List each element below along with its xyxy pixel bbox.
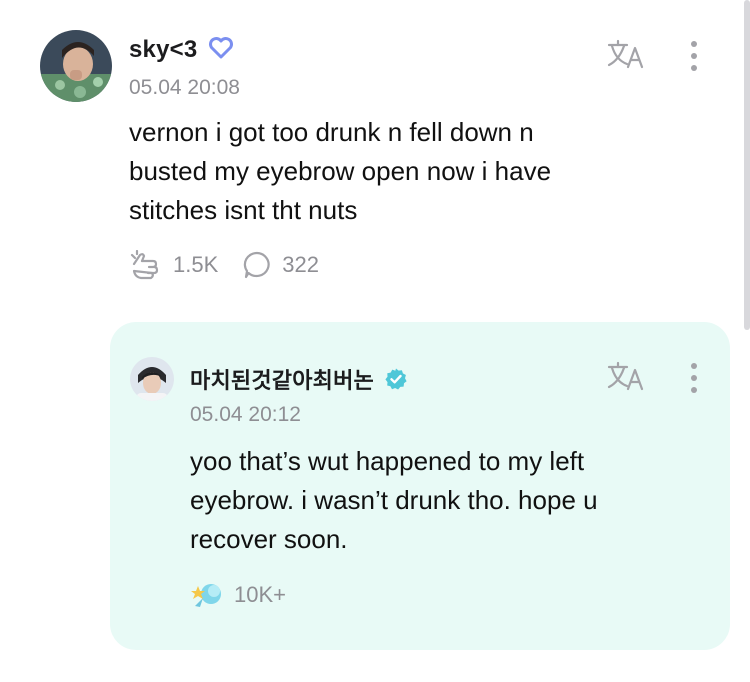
post-body-text: vernon i got too drunk n fell down n bus… [129,117,552,225]
post-comment-button[interactable]: 322 [242,250,319,280]
comment-bubble-icon [244,251,270,279]
post-stats: 1.5K 322 [129,250,319,280]
verified-check-icon [384,367,408,397]
post-like-button[interactable]: 1.5K [129,250,218,280]
more-vertical-icon [691,363,697,393]
post-comment-count: 322 [282,252,319,277]
reply-more-button[interactable] [684,358,704,398]
post-avatar[interactable] [40,30,112,102]
reply-username-text: 마치된것같아최버논 [190,368,374,393]
reply-username[interactable]: 마치된것같아최버논 [190,363,408,397]
translate-icon [607,361,644,391]
post-more-button[interactable] [684,36,704,76]
post-username-text: sky<3 [129,36,198,63]
reply-body-text: yoo that’s wut happened to my left eyebr… [190,446,598,554]
reply-avatar[interactable] [130,357,174,401]
more-vertical-icon [691,41,697,71]
heart-hands-icon [130,250,159,280]
reply-card: 마치된것같아최버논 05.04 20:12 yoo that’s wut hap… [110,322,730,650]
post-like-count: 1.5K [173,252,219,277]
reply-like-button[interactable]: 10K+ [190,580,286,610]
translate-icon [607,39,644,69]
post-translate-button[interactable] [604,36,648,72]
heart-outline-icon [208,36,234,67]
scrollbar[interactable] [744,0,750,330]
reply-stats: 10K+ [190,580,286,610]
reply-like-count: 10K+ [234,582,286,607]
reply-timestamp: 05.04 20:12 [190,403,301,426]
reply-translate-button[interactable] [604,358,648,394]
artist-heart-icon [191,584,221,607]
post-card: sky<3 05.04 20:08 vernon i got too drunk… [0,0,750,300]
post-username[interactable]: sky<3 [129,36,234,67]
post-timestamp: 05.04 20:08 [129,76,240,99]
